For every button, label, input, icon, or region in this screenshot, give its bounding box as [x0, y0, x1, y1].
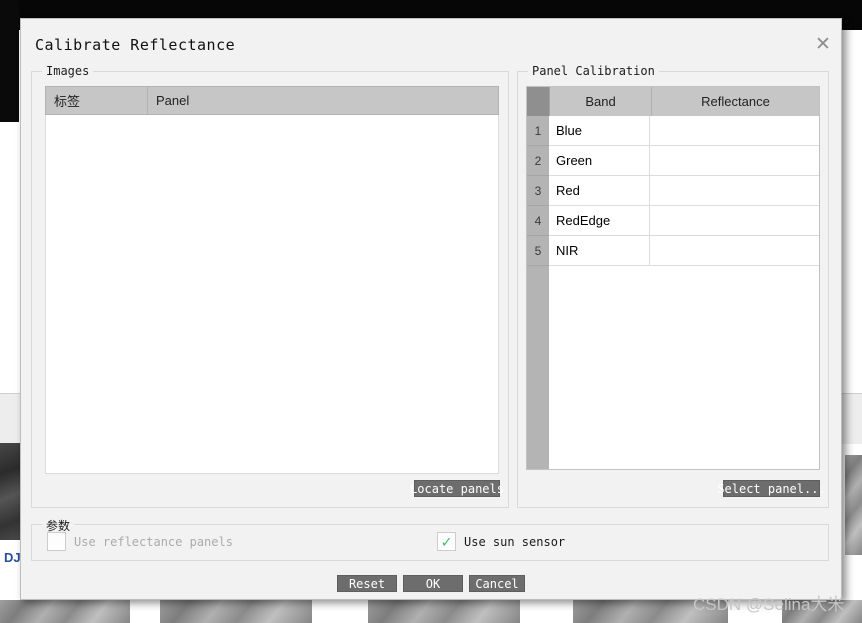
check-icon: ✓ — [441, 532, 452, 551]
row-number: 4 — [527, 206, 549, 236]
band-cell: NIR — [549, 236, 650, 266]
select-panel-button[interactable]: Select panel... — [717, 480, 826, 497]
band-cell: RedEdge — [549, 206, 650, 236]
calibrate-reflectance-dialog: Calibrate Reflectance ✕ Images 标签 Panel … — [20, 18, 842, 600]
use-sun-sensor-checkbox[interactable]: ✓ — [437, 532, 456, 551]
thumbnail — [0, 600, 130, 623]
images-group-label: Images — [42, 64, 94, 78]
column-header-panel: Panel — [156, 93, 190, 108]
screen: DJI CSDN @Selina大米 Calibrate Reflectance… — [0, 0, 862, 623]
column-header-label: 标签 — [46, 87, 148, 114]
use-sun-sensor-option[interactable]: ✓ Use sun sensor — [437, 532, 565, 551]
locate-panels-button[interactable]: Locate panels — [410, 480, 504, 497]
reflectance-cell[interactable] — [650, 206, 819, 236]
images-table-header: 标签 Panel — [45, 86, 499, 115]
table-row[interactable]: 1 Blue — [527, 116, 819, 146]
column-header-reflectance: Reflectance — [701, 94, 770, 109]
panel-table-header: Band Reflectance — [527, 87, 819, 116]
reflectance-cell[interactable] — [650, 116, 819, 146]
ok-button[interactable]: OK — [403, 575, 463, 592]
dialog-title: Calibrate Reflectance — [35, 36, 236, 54]
close-icon[interactable]: ✕ — [811, 33, 835, 57]
use-reflectance-panels-option[interactable]: ✓ Use reflectance panels — [47, 532, 233, 551]
reflectance-cell[interactable] — [650, 236, 819, 266]
row-number: 1 — [527, 116, 549, 146]
table-row[interactable]: 3 Red — [527, 176, 819, 206]
use-sun-sensor-label: Use sun sensor — [464, 534, 566, 549]
band-cell: Green — [549, 146, 650, 176]
images-table: 标签 Panel — [45, 86, 499, 474]
row-number: 2 — [527, 146, 549, 176]
app-dark-edge — [0, 0, 19, 122]
reset-button[interactable]: Reset — [337, 575, 397, 592]
table-row[interactable]: 5 NIR — [527, 236, 819, 266]
parameters-group: 参数 ✓ Use reflectance panels ✓ Use sun se… — [31, 517, 829, 561]
use-reflectance-panels-label: Use reflectance panels — [74, 534, 233, 549]
reflectance-cell[interactable] — [650, 176, 819, 206]
row-number: 5 — [527, 236, 549, 266]
images-table-body[interactable] — [45, 115, 499, 474]
watermark: CSDN @Selina大米 — [693, 595, 845, 614]
table-row[interactable]: 2 Green — [527, 146, 819, 176]
panel-calibration-table: Band Reflectance 1 Blue 2 Green 3 Red 4 RedEdge… — [526, 86, 820, 470]
panel-calibration-rows: 1 Blue 2 Green 3 Red 4 RedEdge 5 NIR — [527, 116, 819, 266]
thumbnail — [0, 443, 20, 540]
use-reflectance-panels-checkbox[interactable]: ✓ — [47, 532, 66, 551]
thumbnail — [845, 455, 862, 555]
row-number: 3 — [527, 176, 549, 206]
thumbnail — [160, 600, 312, 623]
band-cell: Red — [549, 176, 650, 206]
column-header-band: Band — [550, 87, 652, 116]
corner-cell — [527, 87, 550, 116]
panel-calibration-group-label: Panel Calibration — [528, 64, 659, 78]
table-row[interactable]: 4 RedEdge — [527, 206, 819, 236]
thumbnail — [368, 600, 520, 623]
images-group: Images 标签 Panel Locate panels — [31, 64, 509, 508]
reflectance-cell[interactable] — [650, 146, 819, 176]
panel-calibration-group: Panel Calibration Band Reflectance 1 Blue… — [517, 64, 829, 508]
band-cell: Blue — [549, 116, 650, 146]
cancel-button[interactable]: Cancel — [469, 575, 525, 592]
